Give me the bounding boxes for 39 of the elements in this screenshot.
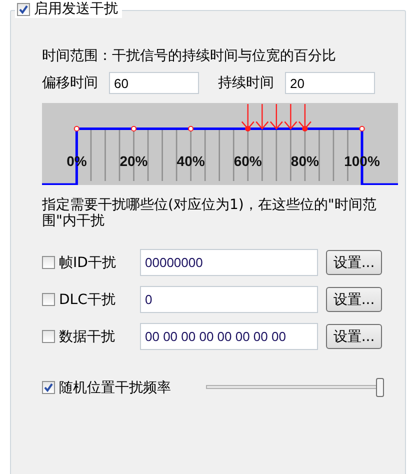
- percent-label: 40%: [176, 153, 205, 169]
- marker-dot: [130, 126, 137, 132]
- marker-dot: [188, 126, 194, 132]
- percent-label: 60%: [234, 153, 262, 169]
- checkbox[interactable]: [42, 293, 55, 306]
- checkbox[interactable]: [42, 330, 55, 343]
- field-label: 偏移时间: [42, 74, 98, 92]
- checkbox-label: 帧ID干扰: [59, 254, 116, 272]
- checkbox-label: 启用发送干扰: [34, 0, 118, 18]
- value-input[interactable]: 0: [140, 286, 318, 313]
- settings-button[interactable]: 设置...: [326, 250, 382, 275]
- percent-label: 80%: [290, 153, 319, 169]
- down-arrow: [298, 104, 312, 130]
- slider-thumb[interactable]: [376, 378, 384, 397]
- marker-dot: [245, 126, 251, 132]
- checkbox-label: DLC干扰: [59, 290, 116, 308]
- down-arrow: [270, 104, 283, 130]
- percent-label: 20%: [120, 153, 148, 169]
- time-input[interactable]: 20: [285, 72, 375, 94]
- instruction-text: 指定需要干扰哪些位(对应位为1)，在这些位的"时间范围"内干扰: [42, 197, 378, 229]
- checkbox[interactable]: [17, 2, 30, 16]
- checkbox[interactable]: [42, 381, 55, 394]
- value-input[interactable]: 00000000: [140, 249, 318, 276]
- down-arrow: [241, 104, 254, 130]
- section-caption: 时间范围：干扰信号的持续时间与位宽的百分比: [42, 47, 337, 65]
- settings-button[interactable]: 设置...: [326, 324, 382, 349]
- settings-button[interactable]: 设置...: [326, 287, 382, 312]
- down-arrow: [284, 104, 298, 130]
- marker-dot: [74, 126, 80, 132]
- checkbox[interactable]: [42, 256, 55, 269]
- checkbox-label: 数据干扰: [59, 328, 115, 346]
- marker-dot: [302, 126, 308, 132]
- frequency-slider[interactable]: [203, 378, 383, 397]
- time-input[interactable]: 60: [109, 72, 199, 94]
- checkbox-label: 随机位置干扰频率: [59, 378, 171, 396]
- marker-dot: [359, 126, 365, 132]
- field-label: 持续时间: [218, 74, 274, 92]
- value-input[interactable]: 00 00 00 00 00 00 00 00: [140, 323, 318, 350]
- down-arrow: [256, 104, 269, 130]
